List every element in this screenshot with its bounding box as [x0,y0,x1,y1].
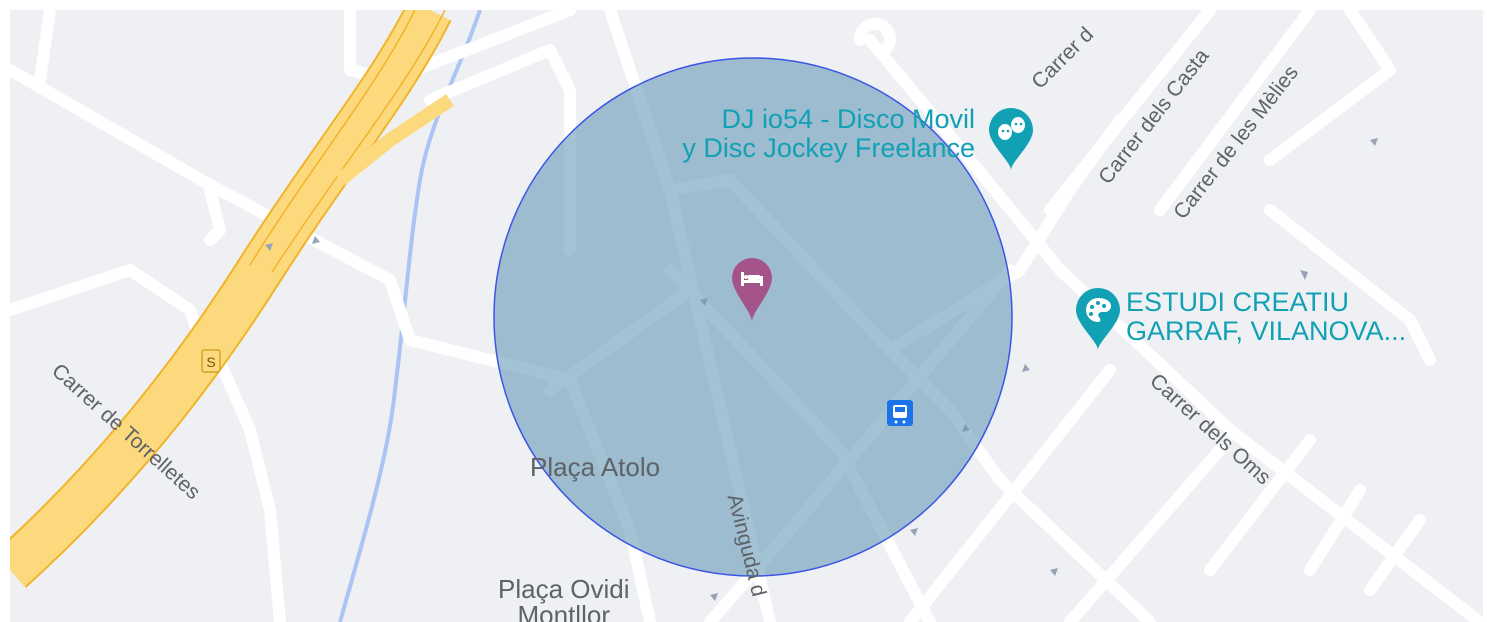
bus-stop-marker[interactable] [887,400,913,426]
estudi-poi-label[interactable]: ESTUDI CREATIU GARRAF, VILANOVA... [1126,288,1406,346]
map-canvas[interactable]: S Carrer de Torrelletes Carrer dels Oms … [10,10,1483,622]
dj-poi-label[interactable]: DJ io54 - Disco Movil y Disc Jockey Free… [682,105,975,163]
dj-poi-label-line2: y Disc Jockey Freelance [682,133,975,163]
estudi-poi-label-line1: ESTUDI CREATIU [1126,287,1350,317]
highway-shield-label: S [206,354,215,370]
estudi-poi-label-line2: GARRAF, VILANOVA... [1126,316,1407,346]
estudi-poi-marker[interactable] [1076,288,1120,350]
dj-poi-label-line1: DJ io54 - Disco Movil [721,104,975,134]
dj-poi-marker[interactable] [989,108,1033,170]
place-label-placa-ovidi: Plaça Ovidi Montllor [498,576,630,622]
place-label-placa-ovidi-line2: Montllor [517,600,610,622]
place-label-placa-atolo: Plaça Atolo [530,452,661,482]
place-label-placa-ovidi-line1: Plaça Ovidi [498,574,630,604]
